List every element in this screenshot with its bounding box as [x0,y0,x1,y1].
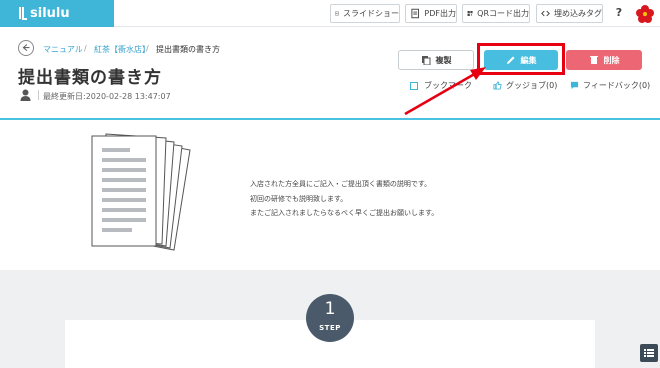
qr-icon [467,10,473,17]
embed-tag-label: 埋め込みタグ [554,9,602,18]
qr-export-label: QRコード出力 [477,9,529,18]
copy-icon [421,56,430,65]
breadcrumb-separator: / [146,44,149,53]
list-icon [644,349,654,357]
code-icon [541,10,550,17]
thumbs-up-icon [493,81,502,90]
step-badge: 1 STEP [306,294,354,342]
intro-line: またご記入されましたらなるべく早くご提出お願いします。 [250,209,439,217]
help-icon[interactable]: ? [612,6,626,20]
documents-illustration [91,133,191,251]
intro-line: 入店された方全員にご記入・ご提出頂く書類の説明です。 [250,180,432,188]
slideshow-label: スライドショー [343,9,399,18]
slideshow-icon [335,11,339,16]
breadcrumb-separator: / [84,44,87,53]
hibiscus-logo-icon[interactable] [635,4,655,24]
bookmark-label: ブックマーク [424,81,472,90]
feedback-label: フィードバック(0) [583,81,651,90]
trash-icon [589,56,598,64]
step-number: 1 [324,299,336,319]
delete-label: 削除 [603,55,620,65]
embed-tag-button[interactable]: 埋め込みタグ [536,4,603,23]
breadcrumb-item-manual[interactable]: マニュアル [43,44,83,55]
goodjob-button[interactable]: グッジョブ(0) [493,80,557,91]
pdf-icon [411,8,419,19]
top-bar: silulu スライドショー PDF出力 QRコード出力 埋め込みタグ ? [0,0,660,27]
edit-button-highlight [477,43,565,75]
goodjob-label: グッジョブ(0) [506,81,558,90]
breadcrumb-item-store[interactable]: 紅茶【衝水店】 [94,44,150,55]
divider [38,90,39,100]
logo-text: silulu [30,6,70,21]
breadcrumb-item-current: 提出書類の書き方 [156,45,220,54]
feedback-icon [570,81,579,90]
table-of-contents-button[interactable] [640,344,658,362]
arrow-left-icon [22,44,30,52]
pdf-export-button[interactable]: PDF出力 [405,4,457,23]
back-button[interactable] [18,40,34,56]
delete-button[interactable]: 削除 [566,50,642,70]
qr-export-button[interactable]: QRコード出力 [462,4,530,23]
feedback-button[interactable]: フィードバック(0) [570,80,650,91]
intro-line: 初回の研修でも説明致します。 [250,195,348,203]
logo-icon [19,7,27,20]
slideshow-button[interactable]: スライドショー [330,4,400,23]
bookmark-checkbox-icon [410,81,418,90]
copy-button[interactable]: 複製 [398,50,474,70]
last-updated: 最終更新日:2020-02-28 13:47:07 [43,92,171,101]
copy-label: 複製 [435,55,452,65]
step-label: STEP [319,324,341,332]
bookmark-toggle[interactable]: ブックマーク [410,80,472,91]
pdf-export-label: PDF出力 [424,9,456,18]
logo[interactable]: silulu [0,0,114,27]
page-title: 提出書類の書き方 [18,68,162,88]
user-icon [20,89,31,101]
